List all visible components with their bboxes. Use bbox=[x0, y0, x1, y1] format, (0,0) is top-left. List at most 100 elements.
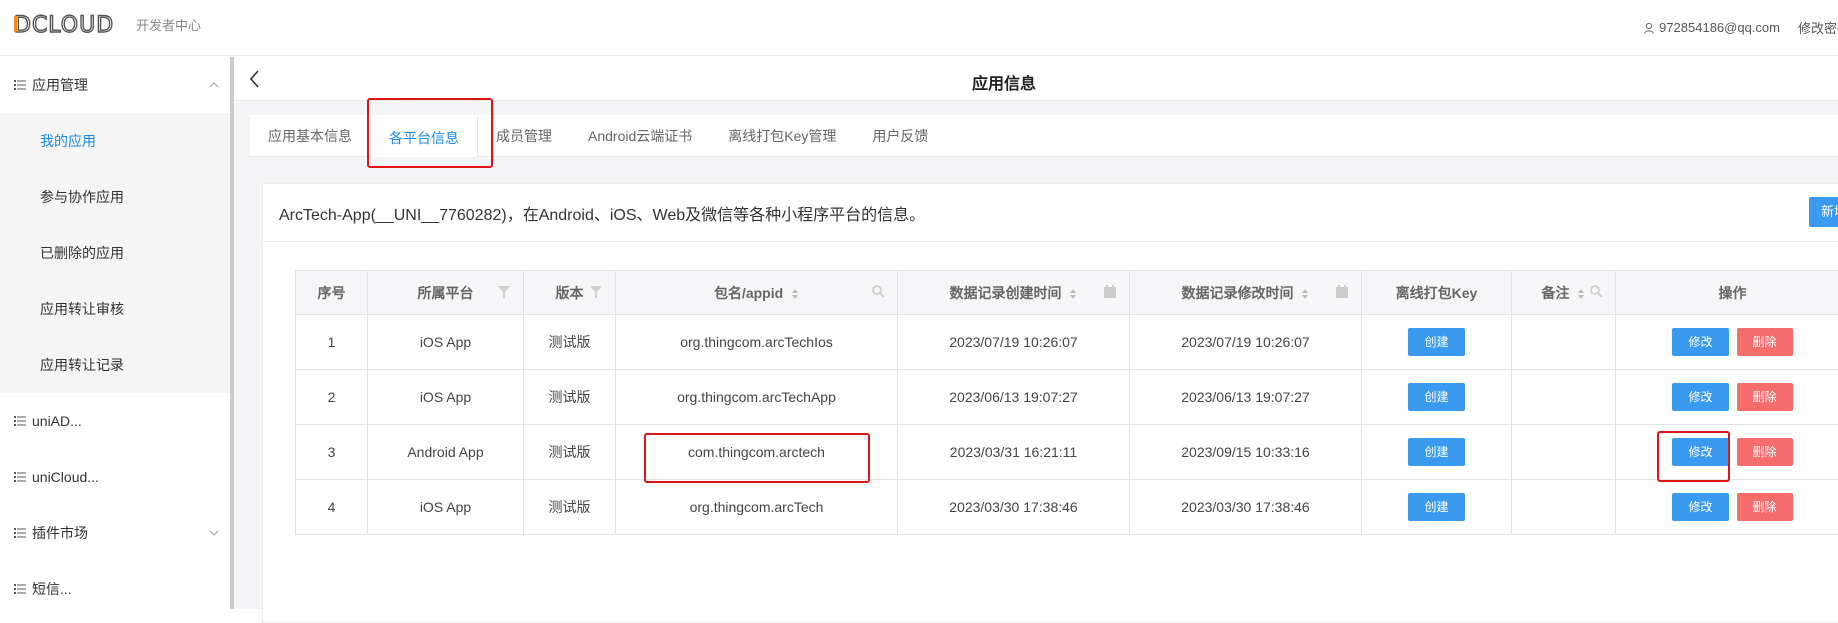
col-created: 数据记录创建时间 bbox=[898, 271, 1130, 315]
dcloud-logo-mark: DCLOUD bbox=[14, 14, 126, 34]
cell-offline-key: 创建 bbox=[1362, 315, 1512, 370]
add-platform-button[interactable]: 新增 bbox=[1809, 197, 1838, 227]
cell-platform: iOS App bbox=[368, 480, 524, 535]
create-key-button[interactable]: 创建 bbox=[1408, 383, 1464, 411]
cell-index: 2 bbox=[296, 370, 368, 425]
cell-actions: 修改删除 bbox=[1616, 425, 1838, 480]
cell-modified: 2023/07/19 10:26:07 bbox=[1130, 315, 1362, 370]
cell-offline-key: 创建 bbox=[1362, 425, 1512, 480]
sidebar-group-uniad[interactable]: uniAD... bbox=[0, 393, 230, 449]
chevron-down-icon bbox=[208, 527, 220, 539]
create-key-button[interactable]: 创建 bbox=[1408, 328, 1464, 356]
cell-created: 2023/03/31 16:21:11 bbox=[898, 425, 1130, 480]
cell-note bbox=[1512, 425, 1616, 480]
sidebar-item-collab-apps[interactable]: 参与协作应用 bbox=[0, 169, 230, 225]
cell-package: org.thingcom.arcTechIos bbox=[616, 315, 898, 370]
user-email[interactable]: 972854186@qq.com bbox=[1659, 20, 1780, 35]
page-title: 应用信息 bbox=[234, 70, 1838, 94]
cell-modified: 2023/03/30 17:38:46 bbox=[1130, 480, 1362, 535]
tab-android-cert[interactable]: Android云端证书 bbox=[570, 115, 710, 157]
cell-index: 1 bbox=[296, 315, 368, 370]
logo-subtitle: 开发者中心 bbox=[136, 15, 201, 34]
delete-button[interactable]: 删除 bbox=[1737, 328, 1793, 356]
delete-button[interactable]: 删除 bbox=[1737, 383, 1793, 411]
sort-icon[interactable] bbox=[1301, 288, 1309, 300]
cell-package: org.thingcom.arcTech bbox=[616, 480, 898, 535]
cell-offline-key: 创建 bbox=[1362, 480, 1512, 535]
edit-button[interactable]: 修改 bbox=[1672, 493, 1728, 521]
cell-version: 测试版 bbox=[524, 315, 616, 370]
logo-text: DCLOUD bbox=[14, 14, 114, 34]
col-version: 版本 bbox=[524, 271, 616, 315]
filter-icon[interactable] bbox=[497, 284, 511, 300]
panel-description: ArcTech-App(__UNI__7760282)，在Android、iOS… bbox=[263, 184, 1838, 242]
cell-platform: iOS App bbox=[368, 370, 524, 425]
page-topbar: 应用信息 bbox=[234, 57, 1838, 101]
sidebar-item-my-apps[interactable]: 我的应用 bbox=[0, 113, 230, 169]
tab-members[interactable]: 成员管理 bbox=[478, 115, 570, 157]
col-actions: 操作 bbox=[1616, 271, 1838, 315]
filter-icon[interactable] bbox=[589, 284, 603, 300]
sidebar-item-deleted-apps[interactable]: 已删除的应用 bbox=[0, 225, 230, 281]
table-row: 3 Android App 测试版 com.thingcom.arctech 2… bbox=[296, 425, 1838, 480]
change-password-link[interactable]: 修改密码 bbox=[1798, 18, 1838, 37]
dcloud-logo[interactable]: DCLOUD 开发者中心 bbox=[14, 14, 201, 34]
sidebar-group-label: 短信... bbox=[32, 579, 72, 599]
calendar-icon[interactable] bbox=[1103, 284, 1117, 300]
list-icon bbox=[14, 584, 26, 594]
create-key-button[interactable]: 创建 bbox=[1408, 438, 1464, 466]
cell-package: com.thingcom.arctech bbox=[616, 425, 898, 480]
create-key-button[interactable]: 创建 bbox=[1408, 493, 1464, 521]
cell-index: 3 bbox=[296, 425, 368, 480]
col-package: 包名/appid bbox=[616, 271, 898, 315]
cell-actions: 修改删除 bbox=[1616, 370, 1838, 425]
sidebar-item-transfer-records[interactable]: 应用转让记录 bbox=[0, 337, 230, 393]
sidebar-group-label: uniAD... bbox=[32, 413, 82, 429]
sidebar-group-label: 插件市场 bbox=[32, 523, 88, 543]
sidebar-submenu: 我的应用 参与协作应用 已删除的应用 应用转让审核 应用转让记录 bbox=[0, 113, 230, 393]
tab-platform-info[interactable]: 各平台信息 bbox=[370, 115, 478, 157]
sort-icon[interactable] bbox=[1069, 288, 1077, 300]
cell-platform: iOS App bbox=[368, 315, 524, 370]
cell-created: 2023/06/13 19:07:27 bbox=[898, 370, 1130, 425]
cell-note bbox=[1512, 315, 1616, 370]
user-icon bbox=[1643, 22, 1655, 34]
search-icon[interactable] bbox=[1589, 284, 1603, 300]
chevron-up-icon bbox=[208, 79, 220, 91]
cell-platform: Android App bbox=[368, 425, 524, 480]
sort-icon[interactable] bbox=[791, 288, 799, 300]
search-icon[interactable] bbox=[871, 284, 885, 300]
sidebar: 应用管理 我的应用 参与协作应用 已删除的应用 应用转让审核 应用转让记录 un… bbox=[0, 57, 230, 609]
cell-actions: 修改删除 bbox=[1616, 315, 1838, 370]
col-platform: 所属平台 bbox=[368, 271, 524, 315]
cell-created: 2023/03/30 17:38:46 bbox=[898, 480, 1130, 535]
tab-offline-key[interactable]: 离线打包Key管理 bbox=[710, 115, 854, 157]
table-row: 1 iOS App 测试版 org.thingcom.arcTechIos 20… bbox=[296, 315, 1838, 370]
sidebar-group-label: 应用管理 bbox=[32, 75, 88, 95]
platform-panel: ArcTech-App(__UNI__7760282)，在Android、iOS… bbox=[262, 183, 1838, 623]
col-offline-key: 离线打包Key bbox=[1362, 271, 1512, 315]
delete-button[interactable]: 删除 bbox=[1737, 438, 1793, 466]
cell-version: 测试版 bbox=[524, 370, 616, 425]
tab-basic-info[interactable]: 应用基本信息 bbox=[250, 115, 370, 157]
sidebar-group-app-management[interactable]: 应用管理 bbox=[0, 57, 230, 113]
edit-button[interactable]: 修改 bbox=[1672, 438, 1728, 466]
list-icon bbox=[14, 472, 26, 482]
cell-note bbox=[1512, 480, 1616, 535]
tab-feedback[interactable]: 用户反馈 bbox=[854, 115, 946, 157]
edit-button[interactable]: 修改 bbox=[1672, 328, 1728, 356]
edit-button[interactable]: 修改 bbox=[1672, 383, 1728, 411]
sort-icon[interactable] bbox=[1577, 288, 1585, 300]
calendar-icon[interactable] bbox=[1335, 284, 1349, 300]
platform-table: 序号 所属平台 版本 包名/appid 数据记录创建时间 数据记录修改时间 bbox=[295, 270, 1838, 535]
sidebar-group-unicloud[interactable]: uniCloud... bbox=[0, 449, 230, 505]
list-icon bbox=[14, 416, 26, 426]
sidebar-item-transfer-review[interactable]: 应用转让审核 bbox=[0, 281, 230, 337]
cell-note bbox=[1512, 370, 1616, 425]
cell-created: 2023/07/19 10:26:07 bbox=[898, 315, 1130, 370]
user-area: 972854186@qq.com 修改密码 bbox=[1643, 18, 1838, 37]
cell-package: org.thingcom.arcTechApp bbox=[616, 370, 898, 425]
delete-button[interactable]: 删除 bbox=[1737, 493, 1793, 521]
cell-index: 4 bbox=[296, 480, 368, 535]
sidebar-group-plugin-market[interactable]: 插件市场 bbox=[0, 505, 230, 561]
